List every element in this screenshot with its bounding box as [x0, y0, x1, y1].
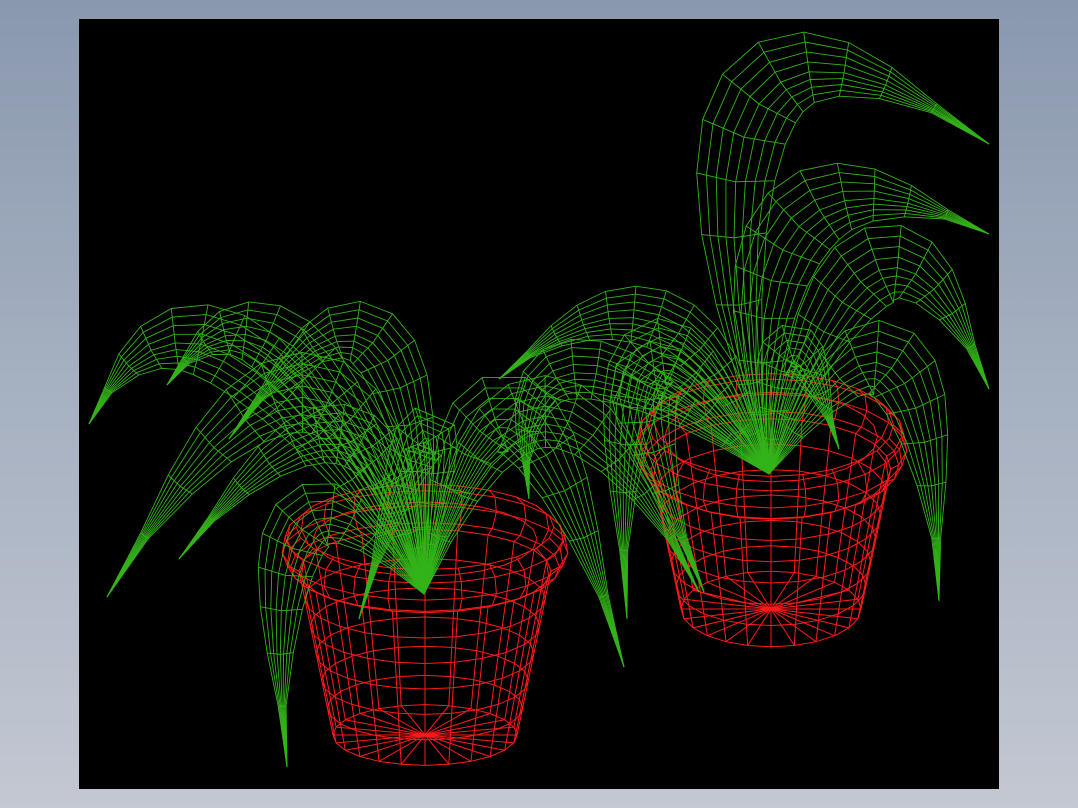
leaves-layer — [88, 31, 990, 768]
wireframe-scene — [88, 31, 990, 768]
cad-viewport[interactable] — [79, 19, 999, 789]
app-window: { "viewport": { "background": "#000000" … — [0, 0, 1078, 808]
